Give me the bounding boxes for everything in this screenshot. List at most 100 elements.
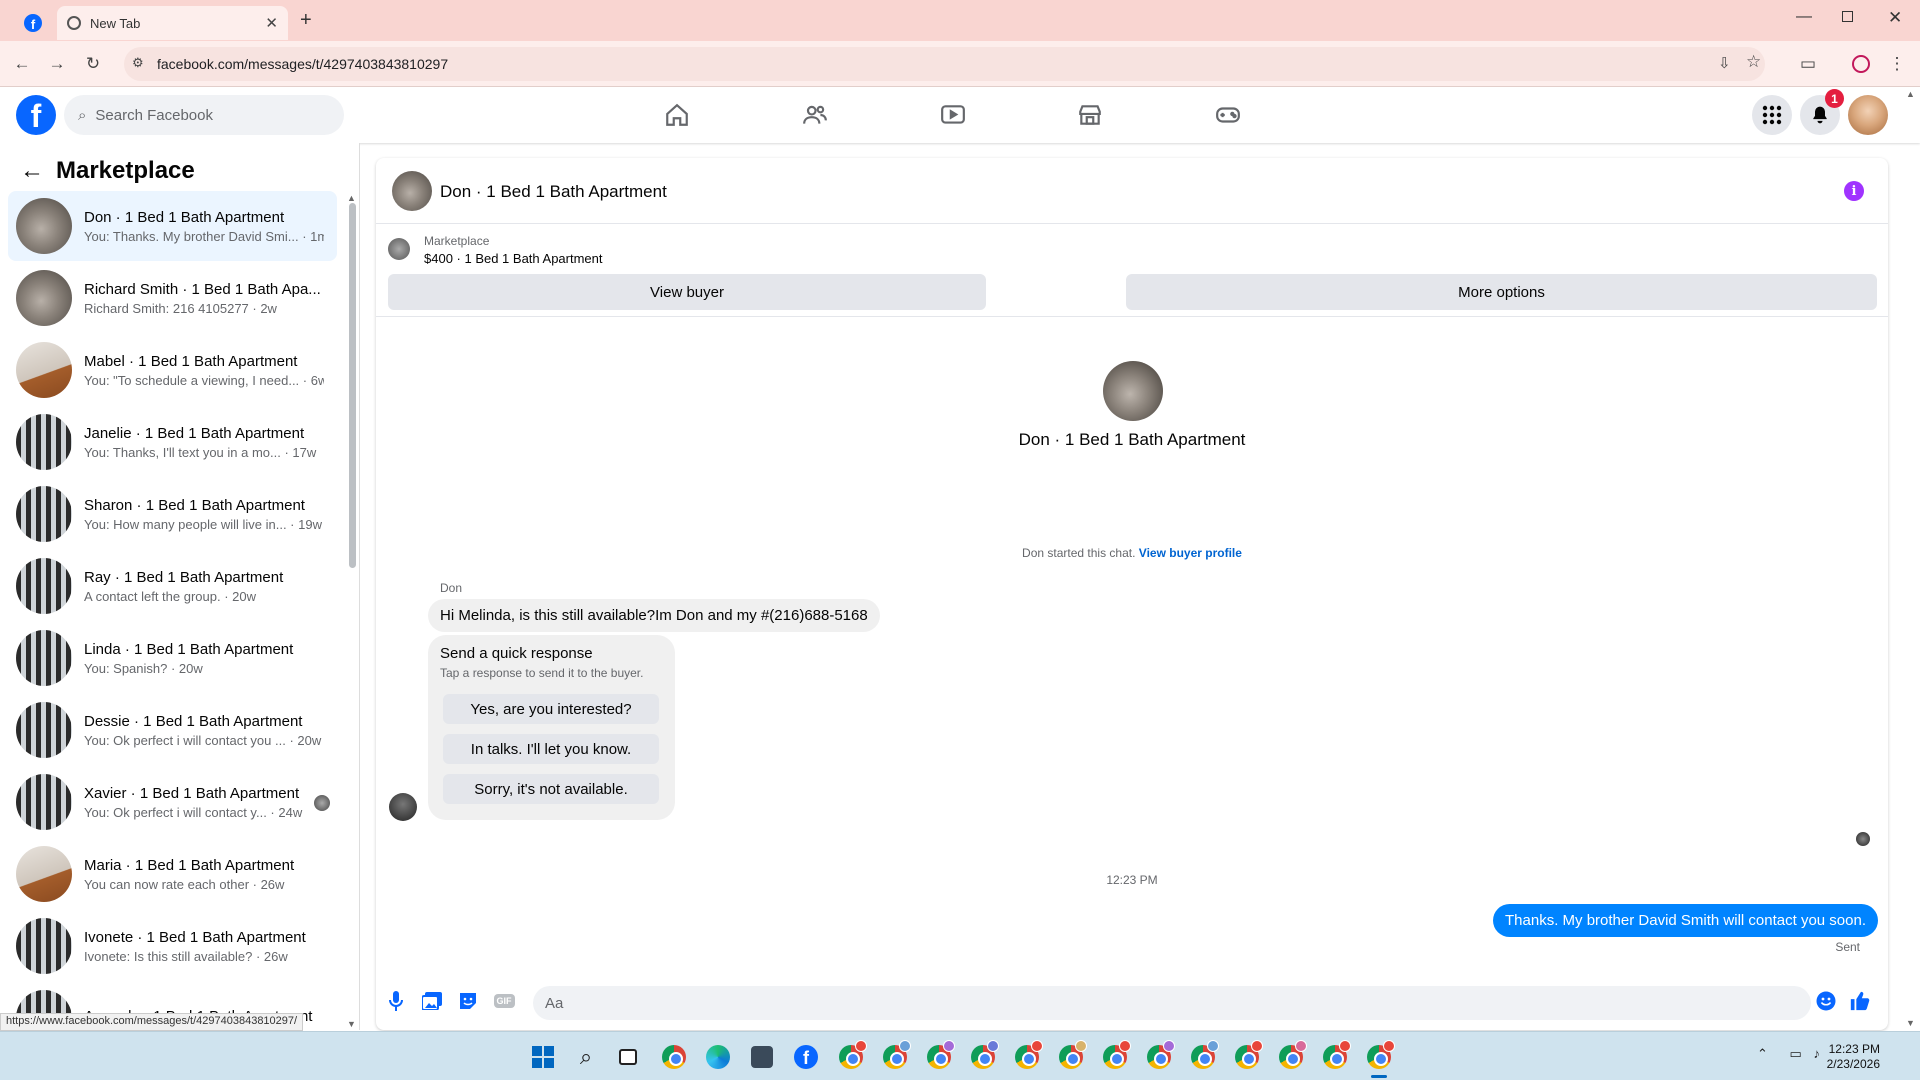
tray-chevron-icon[interactable]: ⌃: [1757, 1046, 1768, 1061]
scroll-down-icon[interactable]: ▼: [347, 1019, 356, 1029]
view-buyer-button[interactable]: View buyer: [388, 274, 986, 310]
chrome-profile-icon[interactable]: [835, 1040, 867, 1073]
info-icon[interactable]: i: [1844, 181, 1864, 201]
site-info-icon[interactable]: ⚙: [132, 55, 144, 71]
gaming-icon[interactable]: [1208, 97, 1248, 133]
close-tab-icon[interactable]: ✕: [265, 14, 278, 32]
bookmark-star-icon[interactable]: ☆: [1746, 52, 1761, 72]
home-icon[interactable]: [657, 97, 697, 133]
network-icon[interactable]: ▭: [1790, 1046, 1802, 1061]
minimize-button[interactable]: —: [1796, 8, 1812, 26]
profile-icon[interactable]: [1848, 51, 1874, 77]
conversation-avatar: [16, 486, 72, 542]
conversation-avatar: [16, 414, 72, 470]
conversation-item[interactable]: Richard Smith · 1 Bed 1 Bath Apa... Richa…: [8, 263, 337, 333]
facebook-logo-icon[interactable]: f: [16, 95, 56, 135]
chat-title[interactable]: Don · 1 Bed 1 Bath Apartment: [440, 182, 667, 202]
page-scroll-down-icon[interactable]: ▼: [1906, 1018, 1915, 1028]
volume-icon[interactable]: ♪: [1813, 1046, 1820, 1061]
forward-icon[interactable]: →: [44, 51, 70, 77]
sender-avatar[interactable]: [389, 793, 417, 821]
conversation-item[interactable]: Dessie · 1 Bed 1 Bath Apartment You: Ok p…: [8, 695, 337, 765]
facebook-taskbar-icon[interactable]: f: [790, 1041, 822, 1073]
restore-button[interactable]: [1842, 11, 1853, 22]
tab-search-icon[interactable]: ▭: [1795, 51, 1821, 77]
microphone-icon[interactable]: [384, 989, 408, 1013]
facebook-search-input[interactable]: ⌕ Search Facebook: [64, 95, 344, 135]
listing-thumbnail[interactable]: [388, 238, 410, 260]
menu-grid-icon[interactable]: [1752, 95, 1792, 135]
tab-new-tab[interactable]: New Tab ✕: [57, 6, 288, 40]
chrome-profile-icon[interactable]: [1011, 1040, 1043, 1073]
more-options-button[interactable]: More options: [1126, 274, 1877, 310]
back-icon[interactable]: ←: [9, 51, 35, 77]
like-thumbs-up-icon[interactable]: [1848, 989, 1872, 1013]
quick-response-card: Send a quick response Tap a response to …: [428, 635, 675, 820]
conversation-item[interactable]: Janelie · 1 Bed 1 Bath Apartment You: Tha…: [8, 407, 337, 477]
address-bar[interactable]: ⚙ facebook.com/messages/t/42974038438102…: [124, 47, 1765, 81]
quick-reply-button[interactable]: Sorry, it's not available.: [443, 774, 659, 804]
conversation-text: Mabel · 1 Bed 1 Bath Apartment You: "To s…: [84, 353, 324, 388]
chat-header-avatar[interactable]: [392, 171, 432, 211]
conversation-item[interactable]: Linda · 1 Bed 1 Bath Apartment You: Spani…: [8, 623, 337, 693]
chrome-profile-icon[interactable]: [1275, 1040, 1307, 1073]
message-input[interactable]: Aa: [533, 986, 1811, 1020]
new-tab-button[interactable]: +: [300, 9, 312, 32]
notifications-bell-icon[interactable]: 1: [1800, 89, 1844, 135]
watch-video-icon[interactable]: [933, 97, 973, 133]
chrome-profile-icon-active[interactable]: [1363, 1040, 1395, 1078]
conversation-item[interactable]: Ray · 1 Bed 1 Bath Apartment A contact le…: [8, 551, 337, 621]
taskbar-search-icon[interactable]: ⌕: [570, 1041, 602, 1073]
chrome-profile-icon[interactable]: [1319, 1040, 1351, 1073]
conversation-item[interactable]: Maria · 1 Bed 1 Bath Apartment You can no…: [8, 839, 337, 909]
photo-attach-icon[interactable]: [420, 989, 444, 1013]
close-window-button[interactable]: ✕: [1888, 8, 1902, 28]
conversation-item[interactable]: Mabel · 1 Bed 1 Bath Apartment You: "To s…: [8, 335, 337, 405]
chrome-profile-icon[interactable]: [1099, 1040, 1131, 1073]
chrome-profile-icon[interactable]: [923, 1040, 955, 1073]
scroll-up-icon[interactable]: ▲: [347, 193, 356, 203]
sticker-icon[interactable]: [456, 989, 480, 1013]
account-avatar[interactable]: [1848, 95, 1888, 135]
conversation-item[interactable]: Ivonete · 1 Bed 1 Bath Apartment Ivonete:…: [8, 911, 337, 981]
conversation-preview: A contact left the group. · 20w: [84, 588, 256, 604]
system-tray[interactable]: ⌃ ▭ ♪: [1757, 1046, 1820, 1062]
chrome-profile-icon[interactable]: [1187, 1040, 1219, 1073]
gif-icon[interactable]: GIF: [492, 989, 516, 1013]
friends-icon[interactable]: [795, 97, 835, 133]
reload-icon[interactable]: ↻: [80, 51, 106, 77]
install-app-icon[interactable]: ⇩: [1718, 54, 1731, 72]
sidebar-scrollbar[interactable]: [349, 203, 356, 568]
conversation-avatar: [16, 270, 72, 326]
chrome-profile-icon[interactable]: [1143, 1040, 1175, 1073]
chrome-profile-icon[interactable]: [967, 1040, 999, 1073]
chrome-icon[interactable]: [658, 1041, 690, 1073]
facebook-favicon-icon: f: [24, 14, 42, 32]
listing-price[interactable]: $400 · 1 Bed 1 Bath Apartment: [424, 251, 603, 266]
conversation-name: Xavier · 1 Bed 1 Bath Apartment: [84, 784, 300, 802]
task-view-icon[interactable]: [612, 1041, 644, 1073]
edge-icon[interactable]: [702, 1041, 734, 1073]
emoji-icon[interactable]: [1814, 989, 1838, 1013]
windows-start-icon[interactable]: [527, 1041, 559, 1073]
quick-reply-button[interactable]: In talks. I'll let you know.: [443, 734, 659, 764]
browser-menu-icon[interactable]: ⋮: [1884, 51, 1910, 77]
chrome-profile-icon[interactable]: [1231, 1040, 1263, 1073]
page-scroll-up-icon[interactable]: ▲: [1906, 89, 1915, 99]
conversation-avatar: [16, 558, 72, 614]
chrome-profile-icon[interactable]: [879, 1040, 911, 1073]
back-arrow-icon[interactable]: ←: [20, 157, 44, 185]
app-icon[interactable]: [746, 1041, 778, 1073]
conversation-item[interactable]: Sharon · 1 Bed 1 Bath Apartment You: How …: [8, 479, 337, 549]
chrome-profile-icon[interactable]: [1055, 1040, 1087, 1073]
taskbar-clock[interactable]: 12:23 PM 2/23/2026: [1827, 1042, 1880, 1072]
view-buyer-profile-link[interactable]: View buyer profile: [1139, 546, 1242, 560]
marketplace-icon[interactable]: [1070, 97, 1110, 133]
quick-reply-button[interactable]: Yes, are you interested?: [443, 694, 659, 724]
conversation-item[interactable]: Don · 1 Bed 1 Bath Apartment You: Thanks.…: [8, 191, 337, 261]
conversation-item[interactable]: Xavier · 1 Bed 1 Bath Apartment You: Ok p…: [8, 767, 337, 837]
pinned-facebook-tab[interactable]: f: [14, 6, 52, 40]
conversation-preview: You: How many people will live in... · 1…: [84, 516, 322, 532]
conversation-preview: You: Ok perfect i will contact you ... ·…: [84, 732, 322, 748]
buyer-profile-avatar[interactable]: [1103, 361, 1163, 421]
